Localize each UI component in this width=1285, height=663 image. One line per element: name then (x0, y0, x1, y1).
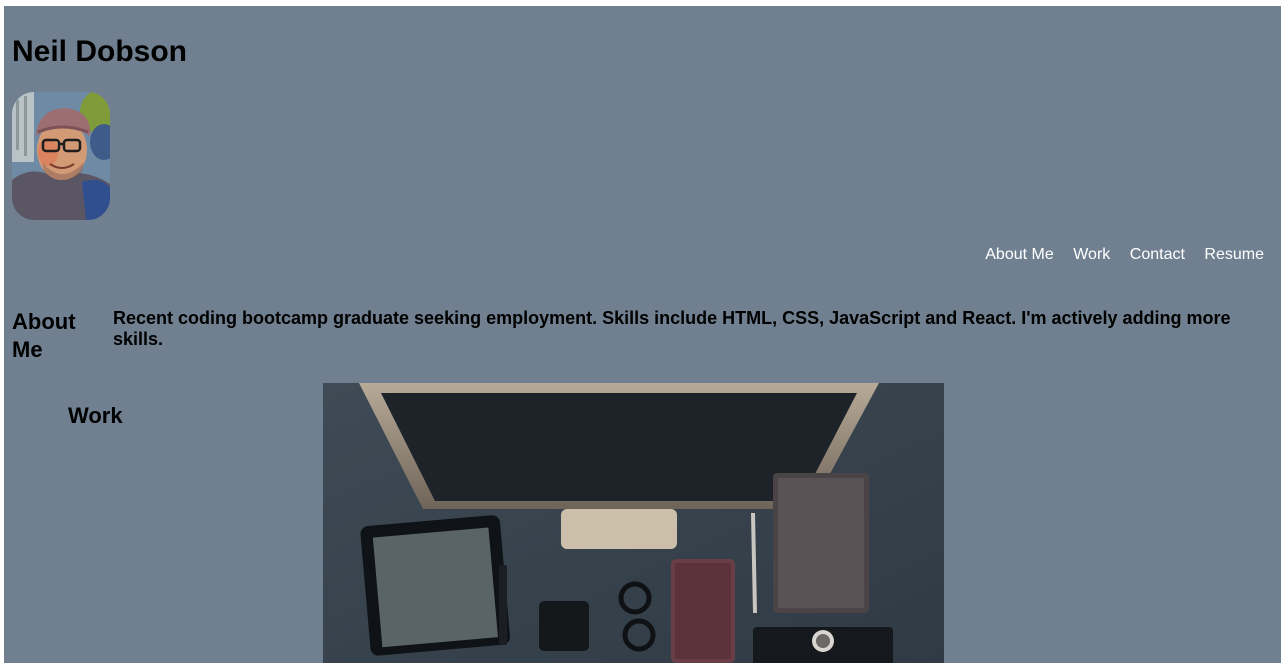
nav-link-contact[interactable]: Contact (1130, 245, 1185, 265)
page-body: Neil Dobson About Me Work Contact Resume (4, 6, 1281, 663)
about-heading: About Me (12, 309, 76, 362)
nav-link-resume[interactable]: Resume (1204, 245, 1264, 265)
work-heading: Work (68, 403, 123, 428)
avatar (12, 92, 110, 220)
about-text: Recent coding bootcamp graduate seeking … (113, 308, 1231, 349)
main-nav: About Me Work Contact Resume (966, 245, 1264, 265)
nav-link-work[interactable]: Work (1073, 245, 1110, 265)
site-title: Neil Dobson (12, 35, 188, 68)
work-image (323, 383, 944, 663)
profile-photo-icon (12, 92, 110, 220)
desk-workspace-photo-icon (323, 383, 944, 663)
nav-link-about-me[interactable]: About Me (985, 245, 1053, 265)
